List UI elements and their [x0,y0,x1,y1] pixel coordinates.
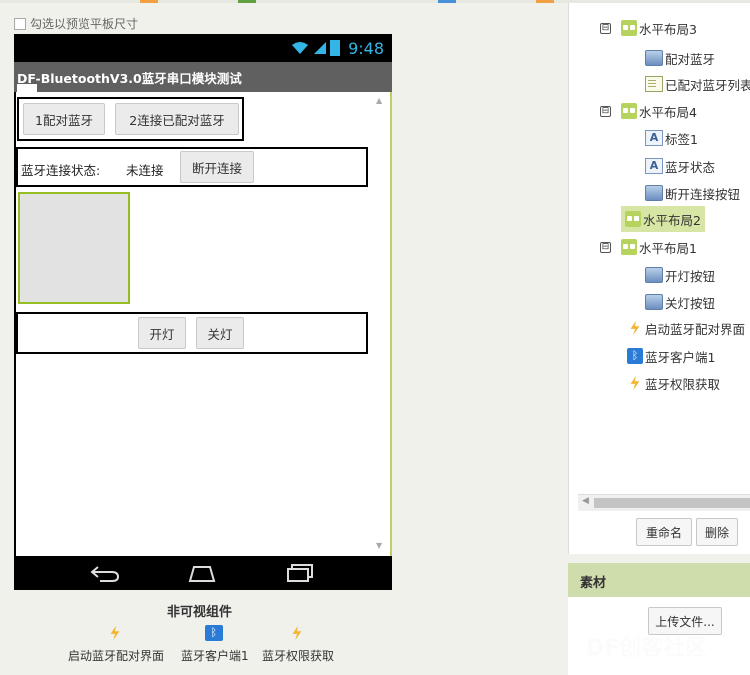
checkbox-box[interactable] [14,17,26,30]
components-hscrollbar[interactable]: ◀ [578,494,750,511]
tree-item-label: 蓝牙客户端1 [645,349,716,365]
tree-item-paired-list[interactable]: 已配对蓝牙列表 [645,73,750,95]
tree-item-hbox4[interactable]: ⊟ 水平布局4 [600,100,697,122]
title-tab [17,84,37,92]
signal-icon [314,42,326,54]
wifi-icon [292,42,308,54]
hbox-icon [621,103,637,119]
button-icon [645,294,663,310]
tree-item-light-off[interactable]: 关灯按钮 [645,291,715,313]
non-visible-item-3[interactable]: 蓝牙权限获取 [262,625,334,664]
lightning-icon [292,625,302,641]
label-1[interactable]: 蓝牙连接状态: [21,160,100,179]
tree-item-hbox2[interactable]: 水平布局2 [621,206,705,232]
phone-preview: 9:48 DF-BluetoothV3.0蓝牙串口模块测试 1配对蓝牙 2连接已… [14,34,392,590]
hbox-icon [625,211,641,227]
lightning-icon [110,625,120,641]
tree-item-bt-status[interactable]: A 蓝牙状态 [645,155,715,177]
tree-item-label: 标签1 [665,131,698,147]
tree-item-label: 断开连接按钮 [665,186,741,202]
light-on-button[interactable]: 开灯 [138,317,186,349]
lightning-icon [630,375,640,391]
horizontal-arrangement-2[interactable] [18,192,130,304]
battery-icon [330,40,340,56]
delete-button[interactable]: 删除 [696,518,738,546]
button-icon [645,50,663,66]
viewer-panel: 勾选以预览平板尺寸 9:48 DF-BluetoothV3.0蓝牙串口模块测试 … [0,3,556,675]
button-icon [645,185,663,201]
tree-item-label: 水平布局3 [639,21,697,37]
components-panel: ⊟ 水平布局3 配对蓝牙 已配对蓝牙列表 ⊟ 水平布局4 A 标签1 A 蓝牙状… [568,3,750,554]
hbox-icon [621,20,637,36]
tree-item-label: 启动蓝牙配对界面 [645,321,746,337]
horizontal-arrangement-1[interactable]: 开灯 关灯 [16,312,368,354]
tree-item-label: 配对蓝牙 [665,51,716,67]
tree-item-hbox3[interactable]: ⊟ 水平布局3 [600,17,697,39]
collapse-toggle-icon[interactable]: ⊟ [600,105,611,117]
rename-button[interactable]: 重命名 [636,518,692,546]
non-visible-item-2[interactable]: ᛒ 蓝牙客户端1 [181,625,249,664]
scroll-down-icon[interactable]: ▼ [376,541,382,550]
watermark-logo: DF创客社区 [586,636,708,661]
tree-item-bt-permission[interactable]: 蓝牙权限获取 [627,372,720,394]
non-visible-components-title: 非可视组件 [167,605,233,620]
tree-item-light-on[interactable]: 开灯按钮 [645,264,715,286]
tree-item-hbox1[interactable]: ⊟ 水平布局1 [600,236,697,258]
tree-item-label: 水平布局1 [639,240,697,256]
non-visible-label: 启动蓝牙配对界面 [68,649,165,663]
tree-item-pair-bluetooth[interactable]: 配对蓝牙 [645,47,715,69]
status-time: 9:48 [348,39,384,58]
tree-item-label: 已配对蓝牙列表 [665,77,750,93]
non-visible-label: 蓝牙客户端1 [181,649,249,663]
tree-item-start-pair[interactable]: 启动蓝牙配对界面 [627,317,745,339]
bluetooth-icon: ᛒ [204,625,223,641]
hbox-icon [621,239,637,255]
recents-icon [287,564,313,582]
tablet-preview-checkbox[interactable]: 勾选以预览平板尺寸 [14,15,138,32]
scroll-thumb[interactable] [594,498,750,508]
screen-canvas[interactable]: 1配对蓝牙 2连接已配对蓝牙 蓝牙连接状态: 未连接 断开连接 开灯 关灯 ▲ … [16,92,392,556]
disconnect-button[interactable]: 断开连接 [180,151,254,183]
back-icon [90,566,120,582]
home-icon [188,566,216,582]
app-title-bar: DF-BluetoothV3.0蓝牙串口模块测试 [14,62,392,92]
horizontal-arrangement-3[interactable]: 1配对蓝牙 2连接已配对蓝牙 [17,97,244,141]
tree-item-bt-client[interactable]: ᛒ 蓝牙客户端1 [627,345,715,367]
media-header: 素材 [568,563,750,597]
tree-item-label: 蓝牙权限获取 [645,376,721,392]
lightning-icon [630,320,640,336]
horizontal-arrangement-4[interactable]: 蓝牙连接状态: 未连接 断开连接 [16,147,368,187]
app-title: DF-BluetoothV3.0蓝牙串口模块测试 [17,71,242,86]
non-visible-item-1[interactable]: 启动蓝牙配对界面 [68,625,164,664]
button-icon [645,267,663,283]
tablet-preview-label: 勾选以预览平板尺寸 [30,17,139,31]
non-visible-label: 蓝牙权限获取 [262,649,335,663]
label-icon: A [645,130,663,146]
scroll-left-icon[interactable]: ◀ [582,496,589,506]
pair-bluetooth-button[interactable]: 1配对蓝牙 [23,103,105,135]
tree-item-label: 水平布局4 [639,104,697,120]
tree-item-label: 水平布局2 [643,212,701,228]
scroll-up-icon[interactable]: ▲ [376,96,382,105]
bluetooth-status-label[interactable]: 未连接 [126,160,164,179]
collapse-toggle-icon[interactable]: ⊟ [600,22,611,34]
listpicker-icon [645,76,663,92]
navigation-bar [14,556,392,590]
tree-item-label1[interactable]: A 标签1 [645,127,698,149]
tree-item-label: 关灯按钮 [665,295,716,311]
collapse-toggle-icon[interactable]: ⊟ [600,241,611,253]
tree-item-label: 开灯按钮 [665,268,716,284]
bluetooth-icon: ᛒ [627,348,643,364]
tree-item-label: 蓝牙状态 [665,159,716,175]
media-title: 素材 [580,576,607,591]
status-bar: 9:48 [14,34,392,62]
connect-paired-button[interactable]: 2连接已配对蓝牙 [115,103,239,135]
label-icon: A [645,158,663,174]
panel-divider [556,3,568,675]
light-off-button[interactable]: 关灯 [196,317,244,349]
screen-scrollbar[interactable]: ▲ ▼ [376,96,386,550]
tree-item-disconnect-button[interactable]: 断开连接按钮 [645,182,740,204]
